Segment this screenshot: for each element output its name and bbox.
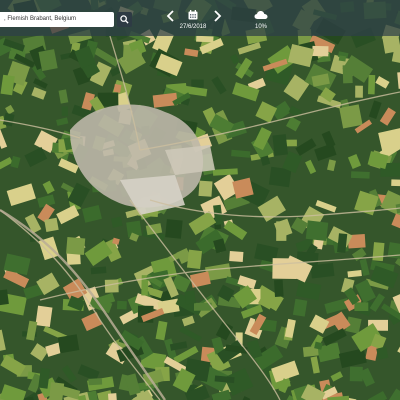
field-parcel bbox=[57, 334, 80, 354]
cloud-icon bbox=[254, 11, 268, 19]
field-parcel bbox=[367, 74, 376, 95]
top-toolbar: , Flemish Brabant, Belgium 27/6/2018 10% bbox=[0, 0, 400, 36]
field-parcel bbox=[116, 300, 127, 310]
field-parcel bbox=[184, 290, 196, 305]
search-value: , Flemish Brabant, Belgium bbox=[4, 16, 77, 22]
field-parcel bbox=[186, 249, 203, 269]
cloud-coverage-label: 10% bbox=[254, 24, 267, 30]
field-parcel bbox=[350, 171, 370, 179]
field-parcel bbox=[107, 393, 118, 400]
field-parcel bbox=[66, 236, 86, 256]
field-parcel bbox=[196, 35, 214, 43]
field-parcel bbox=[198, 180, 213, 197]
field-parcel bbox=[48, 382, 65, 400]
field-parcel bbox=[165, 219, 183, 239]
field-parcel bbox=[391, 179, 400, 187]
field-parcel bbox=[354, 302, 369, 312]
field-parcel bbox=[229, 251, 244, 262]
field-parcel bbox=[104, 279, 119, 293]
search-icon bbox=[120, 15, 129, 24]
field-parcel bbox=[355, 85, 363, 98]
date-label: 27/6/2018 bbox=[179, 24, 207, 30]
field-parcel bbox=[90, 266, 107, 275]
search-input[interactable]: , Flemish Brabant, Belgium bbox=[0, 12, 114, 27]
satellite-map[interactable] bbox=[0, 0, 400, 400]
field-parcel bbox=[113, 83, 122, 93]
field-parcel bbox=[338, 55, 347, 62]
field-parcel bbox=[305, 220, 329, 241]
field-parcel bbox=[292, 298, 308, 317]
field-parcel bbox=[339, 104, 363, 129]
field-parcel bbox=[88, 378, 103, 386]
field-parcel bbox=[274, 279, 284, 297]
field-parcel bbox=[372, 242, 385, 262]
field-parcel bbox=[61, 106, 68, 117]
chevron-left-icon[interactable] bbox=[166, 10, 176, 22]
field-parcel bbox=[191, 79, 204, 88]
search-button[interactable] bbox=[117, 12, 132, 27]
calendar-icon[interactable] bbox=[188, 10, 198, 20]
chevron-right-icon[interactable] bbox=[212, 10, 222, 22]
field-parcel bbox=[312, 45, 329, 57]
field-parcel bbox=[44, 217, 59, 232]
field-parcel bbox=[35, 305, 53, 327]
field-parcel bbox=[272, 134, 288, 156]
